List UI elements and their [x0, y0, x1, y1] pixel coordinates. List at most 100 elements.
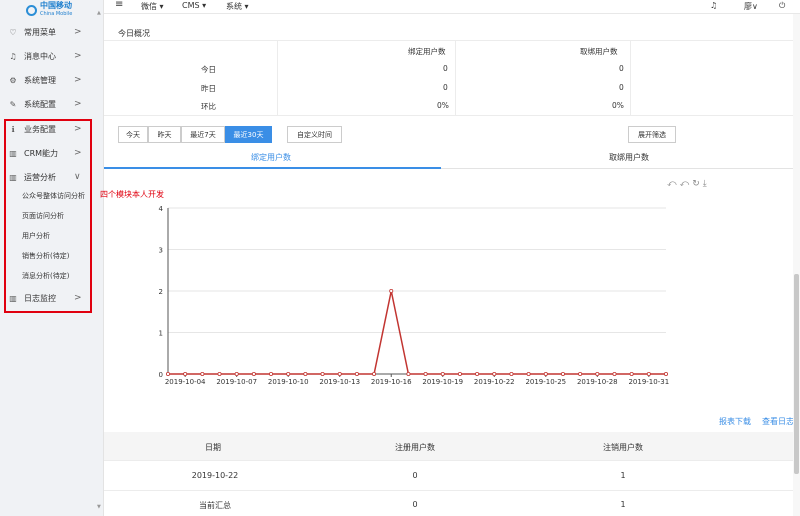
- data-point: [612, 371, 617, 376]
- zoom-reset-icon[interactable]: ⤺: [680, 179, 693, 189]
- bell-icon: ♫: [9, 51, 17, 61]
- data-point: [337, 371, 342, 376]
- sidebar-item-label: 系统管理: [24, 75, 56, 85]
- data-point: [543, 371, 548, 376]
- filter-today-button[interactable]: 今天: [118, 126, 148, 143]
- filter-7days-button[interactable]: 最近7天: [181, 126, 225, 143]
- nav-wechat[interactable]: 微信 ▾: [141, 1, 164, 12]
- y-tick-label: 0: [159, 371, 163, 379]
- sidebar-item-messages[interactable]: ♫ 消息中心 >: [0, 45, 104, 67]
- data-point: [492, 371, 497, 376]
- table-cell: 2019-10-22: [191, 471, 239, 480]
- divider: [455, 41, 456, 115]
- data-point: [251, 371, 256, 376]
- chevron-right-icon: >: [74, 99, 82, 109]
- chevron-right-icon: >: [74, 75, 82, 85]
- data-point: [234, 371, 239, 376]
- y-tick-label: 1: [159, 330, 163, 338]
- zoom-icon[interactable]: ⤺: [667, 179, 680, 189]
- y-tick-label: 3: [159, 247, 163, 255]
- edit-icon: ✎: [9, 99, 17, 109]
- data-point: [372, 371, 377, 376]
- data-point: [200, 371, 205, 376]
- tab-bar: 绑定用户数 取绑用户数: [104, 147, 800, 169]
- y-tick-label: 2: [159, 288, 163, 296]
- table-header-cancel: 注销用户数: [603, 443, 643, 452]
- bell-icon[interactable]: ♫: [710, 1, 717, 10]
- filter-yesterday-button[interactable]: 昨天: [148, 126, 181, 143]
- data-point: [629, 371, 634, 376]
- expand-filter-button[interactable]: 展开筛选: [628, 126, 676, 143]
- x-tick-label: 2019-10-28: [577, 378, 618, 386]
- x-tick-label: 2019-10-10: [268, 378, 309, 386]
- tab-unbind-users[interactable]: 取绑用户数: [609, 152, 649, 163]
- logo-cn: 中国移动: [40, 1, 72, 10]
- menu-toggle-icon[interactable]: ≡: [115, 0, 123, 10]
- view-log-link[interactable]: 查看日志: [762, 416, 794, 427]
- x-tick-label: 2019-10-13: [319, 378, 360, 386]
- data-point: [509, 371, 514, 376]
- sidebar-item-system-config[interactable]: ✎ 系统配置 >: [0, 93, 104, 115]
- x-tick-label: 2019-10-22: [474, 378, 515, 386]
- logo: 中国移动 China Mobile: [0, 0, 103, 20]
- filter-30days-button[interactable]: 最近30天: [225, 126, 272, 143]
- divider: [630, 41, 631, 115]
- table-cell: 1: [620, 500, 626, 509]
- overview-title: 今日概况: [118, 29, 150, 38]
- china-mobile-logo-icon: [26, 4, 37, 16]
- data-point: [389, 289, 394, 294]
- x-tick-label: 2019-10-31: [628, 378, 669, 386]
- table-cell: 0: [412, 500, 418, 509]
- overview-value: 0: [443, 64, 448, 73]
- user-menu[interactable]: 廖∨: [744, 1, 758, 12]
- nav-system[interactable]: 系统 ▾: [226, 1, 249, 12]
- overview-row-label: 今日: [201, 65, 216, 74]
- sidebar-item-favorites[interactable]: ♡ 常用菜单 >: [0, 21, 104, 43]
- data-point: [664, 371, 669, 376]
- tab-bind-users[interactable]: 绑定用户数: [251, 152, 291, 163]
- nav-cms[interactable]: CMS ▾: [182, 1, 206, 10]
- x-tick-label: 2019-10-07: [216, 378, 257, 386]
- scrollbar-thumb[interactable]: [794, 274, 799, 474]
- download-icon[interactable]: ⤓: [703, 179, 710, 189]
- divider: [104, 40, 793, 41]
- active-tab-indicator: [104, 167, 441, 169]
- data-point: [475, 371, 480, 376]
- sidebar-item-label: 消息中心: [24, 51, 56, 61]
- data-point: [406, 371, 411, 376]
- report-download-link[interactable]: 报表下载: [719, 416, 751, 427]
- restore-icon[interactable]: ↻: [692, 179, 703, 189]
- data-point: [526, 371, 531, 376]
- x-tick-label: 2019-10-04: [165, 378, 206, 386]
- overview-value: 0: [619, 83, 624, 92]
- logo-en: China Mobile: [40, 11, 73, 17]
- scroll-down-icon[interactable]: ▼: [97, 504, 101, 510]
- sidebar-scrollbar[interactable]: ▲ ▼: [97, 10, 103, 510]
- data-point: [183, 371, 188, 376]
- overview-row-label: 昨日: [201, 84, 216, 93]
- divider: [104, 490, 794, 491]
- data-point: [578, 371, 583, 376]
- scroll-up-icon[interactable]: ▲: [97, 10, 101, 16]
- power-icon[interactable]: ⏻: [779, 1, 785, 11]
- data-point: [560, 371, 565, 376]
- divider: [277, 41, 278, 115]
- sidebar-item-label: 系统配置: [24, 99, 56, 109]
- sidebar-item-system-management[interactable]: ⚙ 系统管理 >: [0, 69, 104, 91]
- annotation-highlight-box: [4, 119, 92, 313]
- table-cell: 1: [620, 471, 626, 480]
- main-scrollbar[interactable]: [793, 14, 800, 516]
- sidebar-item-label: 常用菜单: [24, 27, 56, 37]
- overview-value: 0%: [612, 101, 624, 110]
- gear-icon: ⚙: [9, 75, 17, 85]
- custom-time-button[interactable]: 自定义时间: [287, 126, 342, 143]
- data-point: [286, 371, 291, 376]
- data-point: [320, 371, 325, 376]
- data-point: [457, 371, 462, 376]
- data-point: [646, 371, 651, 376]
- data-point: [354, 371, 359, 376]
- data-point: [423, 371, 428, 376]
- chart-toolbox[interactable]: ⤺⤺↻⤓: [667, 179, 710, 189]
- overview-value: 0%: [437, 101, 449, 110]
- data-point: [595, 371, 600, 376]
